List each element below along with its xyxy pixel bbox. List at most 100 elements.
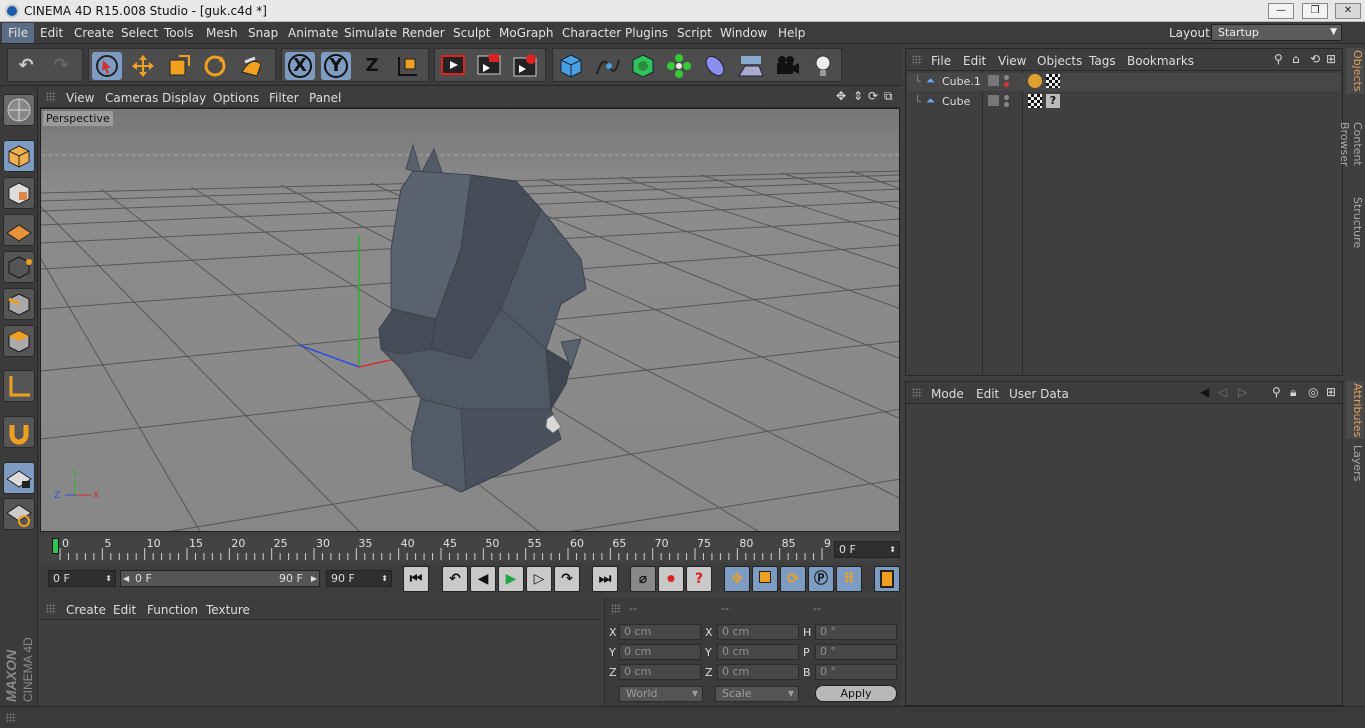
back-icon[interactable]: ⟲ xyxy=(1310,52,1320,66)
play-button[interactable]: ▶ xyxy=(498,566,524,592)
render-settings-icon[interactable] xyxy=(510,52,540,80)
apply-button[interactable]: Apply xyxy=(815,685,897,702)
lock-icon[interactable]: 🔒︎ xyxy=(1290,385,1296,400)
panel-grip-icon[interactable] xyxy=(611,604,621,614)
rotation-p-field[interactable]: 0 ° xyxy=(815,644,897,660)
previous-frame-button[interactable]: ◀ xyxy=(470,566,496,592)
record-point-level-button[interactable]: ⠿ xyxy=(836,566,862,592)
menu-animate[interactable]: Animate xyxy=(288,26,338,40)
menu-mograph[interactable]: MoGraph xyxy=(499,26,554,40)
menu-script[interactable]: Script xyxy=(677,26,712,40)
menu-simulate[interactable]: Simulate xyxy=(344,26,397,40)
menu-character[interactable]: Character xyxy=(562,26,621,40)
next-key-button[interactable]: ↷ xyxy=(554,566,580,592)
menu-create[interactable]: Create xyxy=(74,26,114,40)
render-picture-viewer-icon[interactable] xyxy=(474,52,504,80)
polygons-mode-icon[interactable] xyxy=(3,325,35,357)
camera-icon[interactable] xyxy=(772,52,802,80)
material-menu-edit[interactable]: Edit xyxy=(113,603,136,617)
keyframe-selection-button[interactable]: ? xyxy=(686,566,712,592)
panel-grip-icon[interactable] xyxy=(6,713,16,723)
panel-grip-icon[interactable] xyxy=(46,604,56,614)
workplane-mode-icon[interactable] xyxy=(3,214,35,246)
range-right-arrow-icon[interactable]: ▶ xyxy=(311,571,317,586)
objects-menu-view[interactable]: View xyxy=(998,54,1026,68)
position-z-field[interactable]: 0 cm xyxy=(619,664,701,680)
viewport-zoom-icon[interactable]: ⇕ xyxy=(853,89,863,103)
subdivision-surface-icon[interactable] xyxy=(628,52,658,80)
deformer-icon[interactable] xyxy=(700,52,730,80)
live-selection-icon[interactable] xyxy=(92,52,122,80)
objects-menu-objects[interactable]: Objects xyxy=(1037,54,1082,68)
search-icon[interactable]: ⚲ xyxy=(1272,385,1281,399)
tab-content-browser[interactable]: Content Browser xyxy=(1338,100,1364,188)
render-dot-icon[interactable] xyxy=(1004,82,1009,87)
next-frame-button[interactable]: ▷ xyxy=(526,566,552,592)
rotation-h-field[interactable]: 0 ° xyxy=(815,624,897,640)
go-to-end-button[interactable]: ⏭ xyxy=(592,566,618,592)
objects-menu-file[interactable]: File xyxy=(931,54,951,68)
menu-render[interactable]: Render xyxy=(402,26,445,40)
spline-pen-icon[interactable] xyxy=(592,52,622,80)
rotate-icon[interactable] xyxy=(200,52,230,80)
visibility-dot-icon[interactable] xyxy=(1004,95,1009,100)
attributes-menu-mode[interactable]: Mode xyxy=(931,387,964,401)
record-active-objects-button[interactable]: ⌀ xyxy=(630,566,656,592)
size-mode-dropdown[interactable]: Scale ▼ xyxy=(715,686,799,702)
tab-attributes[interactable]: Attributes xyxy=(1346,381,1364,439)
timeline-ruler[interactable]: 0 5 10 15 20 25 30 35 40 45 50 55 60 65 70 75 80 85 90 xyxy=(40,536,900,562)
redo-icon[interactable]: ↷ xyxy=(46,52,76,80)
minimize-button[interactable]: — xyxy=(1268,3,1294,19)
material-tag-icon[interactable] xyxy=(1028,94,1042,108)
current-frame-field[interactable]: 0 F ⬍ xyxy=(834,541,900,558)
home-icon[interactable]: ⌂ xyxy=(1292,52,1300,66)
viewport-menu-filter[interactable]: Filter xyxy=(269,91,299,105)
record-position-button[interactable]: ✥ xyxy=(724,566,750,592)
z-axis-toggle[interactable]: Z xyxy=(357,52,387,80)
position-x-field[interactable]: 0 cm xyxy=(619,624,701,640)
move-icon[interactable] xyxy=(128,52,158,80)
new-panel-icon[interactable]: ⊞ xyxy=(1326,385,1336,399)
edges-mode-icon[interactable] xyxy=(3,288,35,320)
material-tag-icon[interactable] xyxy=(1046,74,1060,88)
menu-help[interactable]: Help xyxy=(778,26,805,40)
viewport-menu-cameras[interactable]: Cameras xyxy=(105,91,158,105)
menu-edit[interactable]: Edit xyxy=(40,26,63,40)
menu-mesh[interactable]: Mesh xyxy=(206,26,238,40)
rotation-b-field[interactable]: 0 ° xyxy=(815,664,897,680)
snap-magnet-icon[interactable] xyxy=(3,416,35,448)
material-list-area[interactable] xyxy=(40,620,600,704)
material-menu-texture[interactable]: Texture xyxy=(206,603,250,617)
go-to-start-button[interactable]: ⏮ xyxy=(403,566,429,592)
viewport-move-icon[interactable]: ✥ xyxy=(836,89,846,103)
undo-icon[interactable]: ↶ xyxy=(11,52,41,80)
viewport-menu-display[interactable]: Display xyxy=(162,91,206,105)
viewport-maximize-icon[interactable]: ⧉ xyxy=(884,89,893,104)
record-parameter-button[interactable]: Ⓟ xyxy=(808,566,834,592)
target-icon[interactable]: ◎ xyxy=(1308,385,1318,399)
model-mode-icon[interactable] xyxy=(3,140,35,172)
viewport-menu-options[interactable]: Options xyxy=(213,91,259,105)
panel-grip-icon[interactable] xyxy=(912,388,922,398)
planar-workplane-icon[interactable] xyxy=(3,498,35,530)
tab-objects[interactable]: Objects xyxy=(1346,48,1364,94)
viewport-menu-view[interactable]: View xyxy=(66,91,94,105)
camera-label[interactable]: Perspective xyxy=(43,111,113,126)
scheme-settings-button[interactable] xyxy=(874,566,900,592)
size-z-field[interactable]: 0 cm xyxy=(717,664,799,680)
panel-grip-icon[interactable] xyxy=(912,55,922,65)
render-dot-icon[interactable] xyxy=(1004,102,1009,107)
recent-tools-icon[interactable] xyxy=(236,52,266,80)
tab-layers[interactable]: Layers xyxy=(1346,444,1364,482)
range-left-arrow-icon[interactable]: ◀ xyxy=(123,571,129,586)
back-arrow-icon[interactable]: ◀ xyxy=(1200,385,1209,399)
size-x-field[interactable]: 0 cm xyxy=(717,624,799,640)
timeline-playhead[interactable] xyxy=(52,538,59,554)
light-bulb-icon[interactable] xyxy=(808,52,838,80)
menu-snap[interactable]: Snap xyxy=(248,26,278,40)
menu-plugins[interactable]: Plugins xyxy=(625,26,668,40)
cube-icon[interactable] xyxy=(556,52,586,80)
coordinate-system-icon[interactable] xyxy=(393,52,423,80)
record-scale-button[interactable] xyxy=(752,566,778,592)
start-frame-field[interactable]: 0 F ⬍ xyxy=(48,570,116,587)
